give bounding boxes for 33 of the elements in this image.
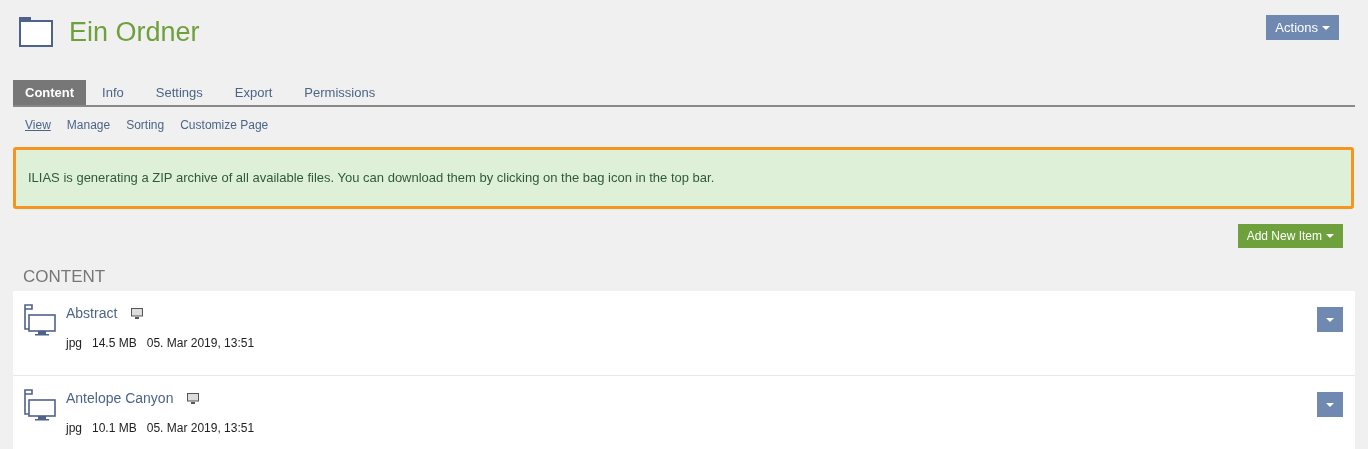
subtab-link[interactable]: Manage	[66, 116, 111, 134]
tab[interactable]: Content	[13, 80, 87, 105]
file-size: 10.1 MB	[92, 420, 137, 437]
file-date: 05. Mar 2019, 13:51	[146, 420, 255, 437]
subtab-link[interactable]: View	[25, 116, 51, 134]
tab[interactable]: Settings	[139, 80, 219, 105]
file-type: jpg	[66, 335, 82, 352]
monitor-icon	[131, 308, 144, 319]
dropdown-button[interactable]	[1317, 307, 1343, 332]
subtab-link[interactable]: Customize Page	[180, 116, 269, 134]
tab[interactable]: Export	[218, 80, 289, 105]
actions-button[interactable]: Actions	[1266, 15, 1339, 40]
caret-icon	[1322, 25, 1330, 30]
caret-icon	[1326, 234, 1334, 238]
add-new-item-button[interactable]: Add New Item	[1237, 224, 1343, 248]
section-heading: CONTENT	[23, 268, 107, 285]
file-monitor-icon	[23, 303, 57, 337]
page-title: Ein Ordner	[69, 18, 200, 46]
caret-icon	[1326, 317, 1334, 322]
folder-icon	[19, 17, 53, 47]
monitor-icon	[187, 393, 200, 404]
subtab-link[interactable]: Sorting	[126, 116, 165, 134]
caret-icon	[1326, 402, 1334, 407]
info-message: ILIAS is generating a ZIP archive of all available files. You can download them by clicking on the bag icon in the top bar.	[13, 147, 1354, 209]
dropdown-button[interactable]	[1317, 392, 1343, 417]
file-size: 14.5 MB	[92, 335, 137, 352]
tab[interactable]: Permissions	[288, 80, 392, 105]
item-title-link[interactable]: Antelope Canyon	[66, 388, 174, 409]
file-monitor-icon	[23, 388, 57, 422]
file-type: jpg	[66, 420, 82, 437]
file-date: 05. Mar 2019, 13:51	[146, 335, 255, 352]
tab[interactable]: Info	[86, 80, 140, 105]
item-title-link[interactable]: Abstract	[66, 303, 118, 324]
